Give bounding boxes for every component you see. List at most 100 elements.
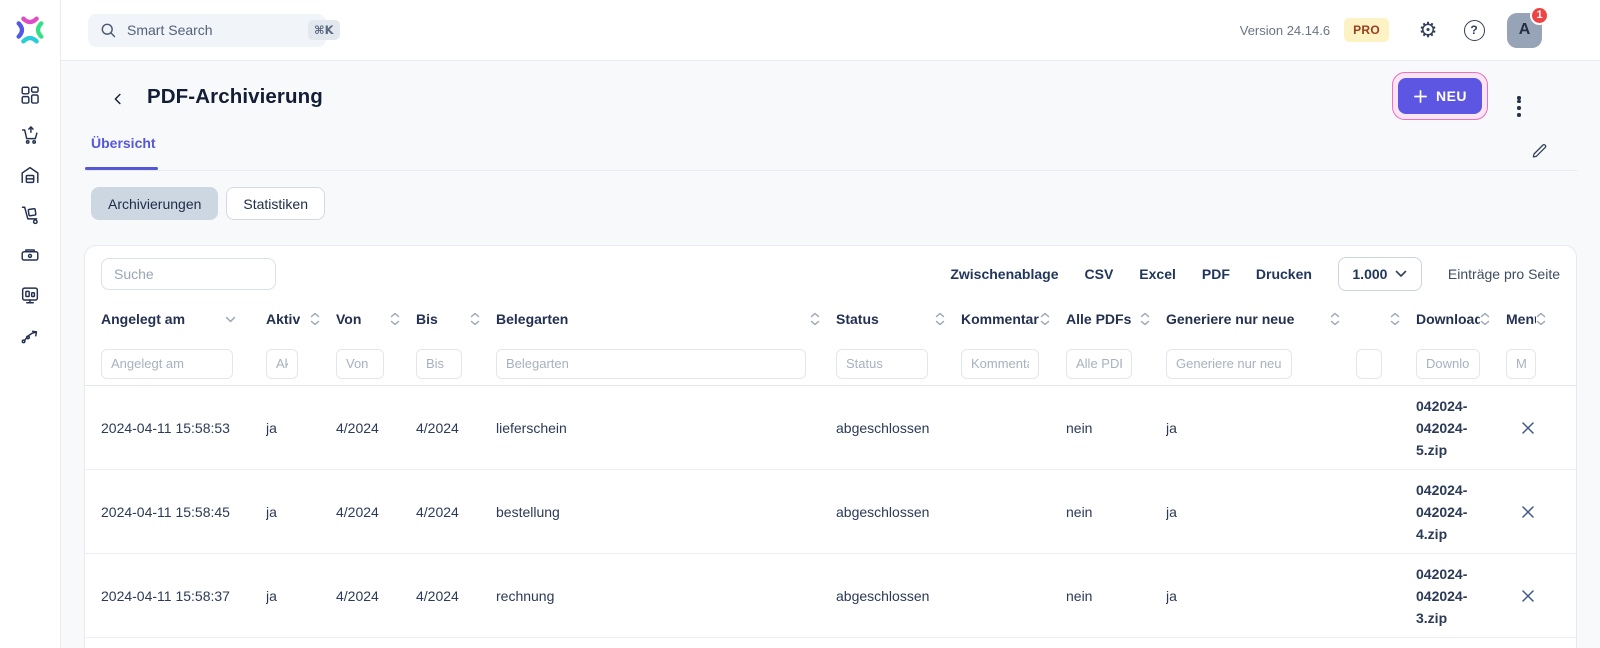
export-pdf-button[interactable]: PDF [1202, 266, 1230, 282]
cell-generiere-nur-neue: ja [1166, 504, 1356, 520]
sidebar-item-logistics[interactable] [18, 203, 42, 227]
filter-kommentar-input[interactable] [961, 349, 1039, 379]
shortcut-badge: ⌘K [308, 20, 340, 40]
avatar-wrap: A 1 [1507, 13, 1542, 48]
cell-von: 4/2024 [336, 420, 416, 436]
table-row: 2024-04-11 15:58:53 ja 4/2024 4/2024 lie… [85, 386, 1576, 470]
column-header-angelegt-am[interactable]: Angelegt am [101, 311, 266, 327]
sort-icon [470, 312, 480, 326]
page-title: PDF-Archivierung [147, 85, 323, 109]
column-header-status[interactable]: Status [836, 311, 961, 327]
export-excel-button[interactable]: Excel [1139, 266, 1176, 282]
kebab-icon [1517, 96, 1520, 99]
toggle-statistiken[interactable]: Statistiken [226, 187, 325, 220]
column-header-belegarten[interactable]: Belegarten [496, 311, 836, 327]
column-header-aktiv[interactable]: Aktiv [266, 311, 336, 327]
topbar: ⌘K Version 24.14.6 PRO ⚙ ? A 1 [61, 0, 1600, 61]
filter-menue-input[interactable] [1506, 349, 1536, 379]
filter-von-input[interactable] [336, 349, 384, 379]
export-clipboard-button[interactable]: Zwischenablage [950, 266, 1058, 282]
edit-button[interactable] [1526, 138, 1552, 164]
sort-icon [1390, 312, 1400, 326]
page-size-select[interactable]: 1.000 [1338, 257, 1422, 291]
print-button[interactable]: Drucken [1256, 266, 1312, 282]
smart-search[interactable]: ⌘K [88, 14, 326, 47]
cell-bis: 4/2024 [416, 420, 496, 436]
tabbar-divider [84, 170, 1577, 171]
download-link[interactable]: 042024-042024-5.zip [1416, 395, 1480, 461]
column-header-bis[interactable]: Bis [416, 311, 496, 327]
filter-empty-input[interactable] [1356, 349, 1382, 379]
download-link[interactable]: 042024-042024-3.zip [1416, 563, 1480, 629]
toggle-archivierungen[interactable]: Archivierungen [91, 187, 218, 220]
row-delete-button[interactable] [1513, 581, 1543, 611]
column-header-empty[interactable] [1356, 312, 1416, 326]
cell-von: 4/2024 [336, 504, 416, 520]
filter-download-input[interactable] [1416, 349, 1480, 379]
row-delete-button[interactable] [1513, 413, 1543, 443]
plus-icon [1413, 89, 1428, 104]
sidebar-item-dashboard[interactable] [18, 83, 42, 107]
export-bar: Zwischenablage CSV Excel PDF Drucken 1.0… [950, 257, 1560, 291]
page-size-label: Einträge pro Seite [1448, 266, 1560, 282]
cell-aktiv: ja [266, 588, 336, 604]
cell-aktiv: ja [266, 504, 336, 520]
column-header-generiere-nur-neue[interactable]: Generiere nur neue [1166, 311, 1356, 327]
filter-belegarten-input[interactable] [496, 349, 806, 379]
column-header-von[interactable]: Von [336, 311, 416, 327]
column-header-menue[interactable]: Menü [1506, 311, 1562, 327]
cell-status: abgeschlossen [836, 588, 961, 604]
filter-angelegt-am-input[interactable] [101, 349, 233, 379]
table-row: 2024-04-11 15:58:37 ja 4/2024 4/2024 rec… [85, 554, 1576, 638]
sidebar-nav [18, 83, 42, 347]
sort-desc-icon [225, 316, 236, 323]
back-button[interactable] [105, 86, 131, 112]
table-search-input[interactable] [101, 258, 276, 290]
topbar-right: Version 24.14.6 PRO ⚙ ? A 1 [1240, 13, 1600, 48]
notification-badge: 1 [1530, 6, 1549, 25]
filter-aktiv-input[interactable] [266, 349, 298, 379]
smart-search-input[interactable] [127, 22, 308, 38]
sort-icon [935, 312, 945, 326]
filter-status-input[interactable] [836, 349, 928, 379]
sidebar-item-analytics[interactable] [18, 323, 42, 347]
chevron-left-icon [109, 90, 127, 108]
help-button[interactable]: ? [1459, 15, 1489, 45]
cell-belegarten: rechnung [496, 588, 836, 604]
cell-status: abgeschlossen [836, 504, 961, 520]
download-link[interactable]: 042024-042024-4.zip [1416, 479, 1480, 545]
sort-icon [1480, 312, 1490, 326]
more-options-button[interactable] [1504, 83, 1534, 113]
cell-alle-pdfs: nein [1066, 588, 1166, 604]
cell-status: abgeschlossen [836, 420, 961, 436]
main-content: PDF-Archivierung NEU Übersicht Archivier… [61, 61, 1600, 648]
cell-bis: 4/2024 [416, 588, 496, 604]
cash-register-icon [19, 244, 41, 266]
filter-alle-pdfs-input[interactable] [1066, 349, 1132, 379]
search-icon [100, 22, 117, 39]
column-header-kommentar[interactable]: Kommentar [961, 311, 1066, 327]
column-header-download[interactable]: Download [1416, 311, 1506, 327]
help-icon: ? [1464, 20, 1485, 41]
row-delete-button[interactable] [1513, 497, 1543, 527]
warehouse-icon [19, 164, 41, 186]
column-header-alle-pdfs[interactable]: Alle PDFs [1066, 311, 1166, 327]
sidebar-item-warehouse[interactable] [18, 163, 42, 187]
neu-button[interactable]: NEU [1398, 78, 1482, 114]
table-toolbar: Zwischenablage CSV Excel PDF Drucken 1.0… [85, 246, 1576, 296]
sort-icon [310, 312, 320, 326]
cell-generiere-nur-neue: ja [1166, 588, 1356, 604]
export-csv-button[interactable]: CSV [1085, 266, 1114, 282]
sales-trend-icon [19, 324, 41, 346]
settings-button[interactable]: ⚙ [1413, 15, 1443, 45]
close-icon [1520, 504, 1536, 520]
sidebar-item-cash-register[interactable] [18, 243, 42, 267]
filter-bis-input[interactable] [416, 349, 462, 379]
sidebar-item-pos-display[interactable] [18, 283, 42, 307]
tab-uebersicht[interactable]: Übersicht [91, 135, 156, 151]
sort-icon [1040, 312, 1050, 326]
sidebar-item-purchasing[interactable] [18, 123, 42, 147]
filter-generiere-nur-neue-input[interactable] [1166, 349, 1292, 379]
pro-badge: PRO [1344, 18, 1389, 42]
app-logo-icon[interactable] [11, 11, 49, 49]
